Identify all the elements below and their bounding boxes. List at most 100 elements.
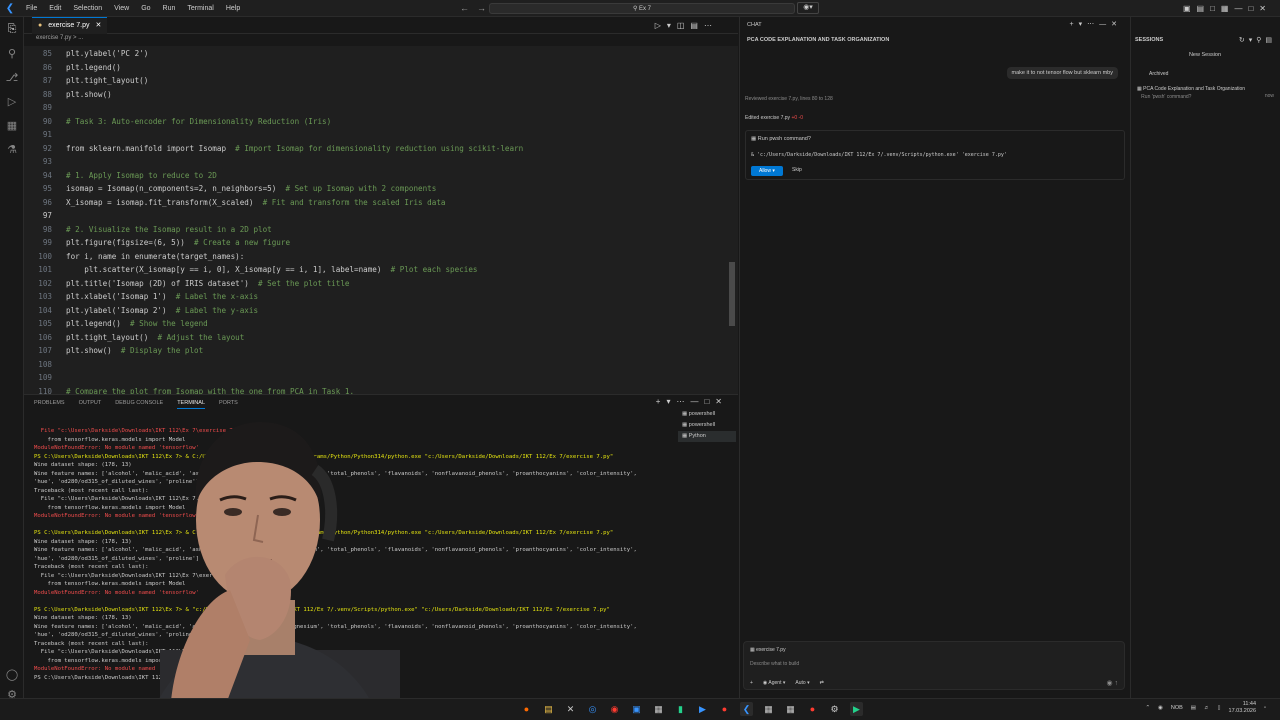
language-indicator[interactable]: NOB — [1171, 705, 1183, 711]
terminal-output[interactable]: File "c:\Users\Darkside\Downloads\IKT 11… — [34, 427, 684, 697]
edge-icon[interactable]: ◎ — [586, 702, 599, 716]
notifications-icon[interactable]: ▫ — [1264, 705, 1266, 711]
menu-file[interactable]: File — [20, 0, 43, 17]
menu-selection[interactable]: Selection — [67, 0, 108, 17]
window-controls[interactable]: ▣▤□▦—□✕ — [1183, 0, 1272, 17]
code-line[interactable]: 95 isomap = Isomap(n_components=2, n_neig… — [24, 182, 738, 195]
code-line[interactable]: 85 plt.ylabel('PC 2') — [24, 47, 738, 60]
menu-edit[interactable]: Edit — [43, 0, 67, 17]
edited-file[interactable]: exercise 7.py — [761, 115, 790, 121]
volume-icon[interactable]: ♬ — [1204, 705, 1210, 711]
code-line[interactable]: 97 — [24, 209, 738, 222]
add-context-icon[interactable]: + — [750, 680, 753, 686]
tools-icon[interactable]: ⇄ — [820, 680, 824, 686]
terminal-item[interactable]: ▦ powershell — [678, 420, 736, 431]
testing-icon[interactable]: ⚗ — [0, 137, 24, 161]
tray-chevron-icon[interactable]: ⌃ — [1145, 705, 1150, 711]
code-line[interactable]: 98 # 2. Visualize the Isomap result in a … — [24, 223, 738, 236]
skip-button[interactable]: Skip — [792, 167, 802, 173]
editor-scrollbar[interactable] — [729, 262, 735, 326]
app-icon[interactable]: ▶ — [850, 702, 863, 716]
app-icon[interactable]: ▦ — [784, 702, 797, 716]
terminal-item[interactable]: ▦ Python — [678, 431, 736, 442]
file-explorer-icon[interactable]: ▤ — [542, 702, 555, 716]
code-line[interactable]: 108 — [24, 358, 738, 371]
archived-section[interactable]: Archived — [1149, 71, 1168, 77]
code-line[interactable]: 96 X_isomap = isomap.fit_transform(X_scal… — [24, 196, 738, 209]
chat-header-actions[interactable]: +▾⋯—✕ — [1070, 20, 1122, 28]
code-line[interactable]: 87 plt.tight_layout() — [24, 74, 738, 87]
menu-go[interactable]: Go — [135, 0, 156, 17]
firefox-icon[interactable]: ● — [520, 702, 533, 716]
chat-input-box[interactable]: ▦ exercise 7.py Describe what to build +… — [743, 641, 1125, 690]
code-line[interactable]: 100 for i, name in enumerate(target_names… — [24, 250, 738, 263]
reviewed-file[interactable]: exercise 7.py, lines 80 to 128 — [768, 96, 832, 102]
network-icon[interactable]: ▤ — [1191, 705, 1196, 711]
battery-icon[interactable]: ▯ — [1217, 705, 1220, 711]
code-line[interactable]: 104 plt.ylabel('Isomap 2') # Label the y-… — [24, 304, 738, 317]
command-center-search[interactable]: ⚲ Ex 7 — [489, 3, 795, 14]
vscode-taskbar-icon[interactable]: ❮ — [740, 702, 753, 716]
menu-run[interactable]: Run — [157, 0, 182, 17]
code-line[interactable]: 88 plt.show() — [24, 88, 738, 101]
code-editor[interactable]: 85 plt.ylabel('PC 2') 86 plt.legend() 87 plt.… — [24, 46, 738, 394]
terminal-icon[interactable]: ▮ — [674, 702, 687, 716]
code-line[interactable]: 92 from sklearn.manifold import Isomap # … — [24, 142, 738, 155]
app-icon[interactable]: ✕ — [564, 702, 577, 716]
model-picker[interactable]: Auto ▾ — [795, 680, 809, 686]
code-line[interactable]: 94 # 1. Apply Isomap to reduce to 2D — [24, 169, 738, 182]
explorer-icon[interactable]: ⎘ — [0, 17, 24, 41]
panel-actions[interactable]: +▾⋯—□✕ — [656, 397, 728, 406]
code-line[interactable]: 106 plt.tight_layout() # Adjust the layou… — [24, 331, 738, 344]
extensions-icon[interactable]: ▦ — [0, 113, 24, 137]
calculator-icon[interactable]: ▦ — [652, 702, 665, 716]
editor-actions[interactable]: ▷▾◫▤⋯ — [655, 17, 718, 34]
send-icon[interactable]: ◉ ↑ — [1106, 679, 1118, 687]
app-icon[interactable]: ● — [806, 702, 819, 716]
allow-button[interactable]: Allow ▾ — [751, 166, 783, 176]
code-line[interactable]: 89 — [24, 101, 738, 114]
code-line[interactable]: 105 plt.legend() # Show the legend — [24, 317, 738, 330]
tab-problems[interactable]: PROBLEMS — [34, 398, 65, 409]
search-icon[interactable]: ⚲ — [0, 41, 24, 65]
code-line[interactable]: 99 plt.figure(figsize=(6, 5)) # Create a … — [24, 236, 738, 249]
tab-terminal[interactable]: TERMINAL — [177, 398, 205, 409]
app-icon[interactable]: ▣ — [630, 702, 643, 716]
tab-ports[interactable]: PORTS — [219, 398, 238, 409]
session-item[interactable]: ▦ PCA Code Explanation and Task Organiza… — [1137, 85, 1245, 101]
code-line[interactable]: 90 # Task 3: Auto-encoder for Dimensional… — [24, 115, 738, 128]
chrome-icon[interactable]: ◉ — [608, 702, 621, 716]
code-line[interactable]: 91 — [24, 128, 738, 141]
code-line[interactable]: 86 plt.legend() — [24, 61, 738, 74]
code-line[interactable]: 93 — [24, 155, 738, 168]
close-tab-icon[interactable]: ✕ — [95, 18, 101, 34]
breadcrumb[interactable]: exercise 7.py > ... — [36, 35, 83, 41]
code-line[interactable]: 110 # Compare the plot from Isomap with t… — [24, 385, 738, 395]
tab-debug-console[interactable]: DEBUG CONSOLE — [115, 398, 163, 409]
sessions-actions[interactable]: ↻▾⚲▤ — [1239, 36, 1276, 44]
context-chip[interactable]: ▦ exercise 7.py — [750, 647, 786, 653]
chat-input-placeholder[interactable]: Describe what to build — [750, 661, 799, 667]
media-player-icon[interactable]: ▶ — [696, 702, 709, 716]
code-line[interactable]: 107 plt.show() # Display the plot — [24, 344, 738, 357]
mode-picker[interactable]: ◉ Agent ▾ — [763, 680, 785, 686]
code-line[interactable]: 101 plt.scatter(X_isomap[y == i, 0], X_i… — [24, 263, 738, 276]
settings-icon[interactable]: ⚙ — [828, 702, 841, 716]
source-control-icon[interactable]: ⎇ — [0, 65, 24, 89]
menu-terminal[interactable]: Terminal — [181, 0, 219, 17]
recording-icon[interactable]: ● — [718, 702, 731, 716]
app-icon[interactable]: ▦ — [762, 702, 775, 716]
tab-exercise-7[interactable]: ● exercise 7.py ✕ — [32, 17, 108, 34]
code-line[interactable]: 109 — [24, 371, 738, 384]
menu-view[interactable]: View — [108, 0, 135, 17]
menu-help[interactable]: Help — [220, 0, 246, 17]
code-line[interactable]: 102 plt.title('Isomap (2D) of IRIS datase… — [24, 277, 738, 290]
copilot-icon[interactable]: ◉▾ — [797, 2, 819, 14]
microphone-icon[interactable]: ◉ — [1158, 705, 1163, 711]
tab-output[interactable]: OUTPUT — [79, 398, 102, 409]
terminal-item[interactable]: ▦ powershell — [678, 409, 736, 420]
clock[interactable]: 11:44 17.03.2026 — [1229, 701, 1257, 715]
run-debug-icon[interactable]: ▷ — [0, 89, 24, 113]
new-session-button[interactable]: New Session — [1135, 52, 1275, 58]
code-line[interactable]: 103 plt.xlabel('Isomap 1') # Label the x-… — [24, 290, 738, 303]
